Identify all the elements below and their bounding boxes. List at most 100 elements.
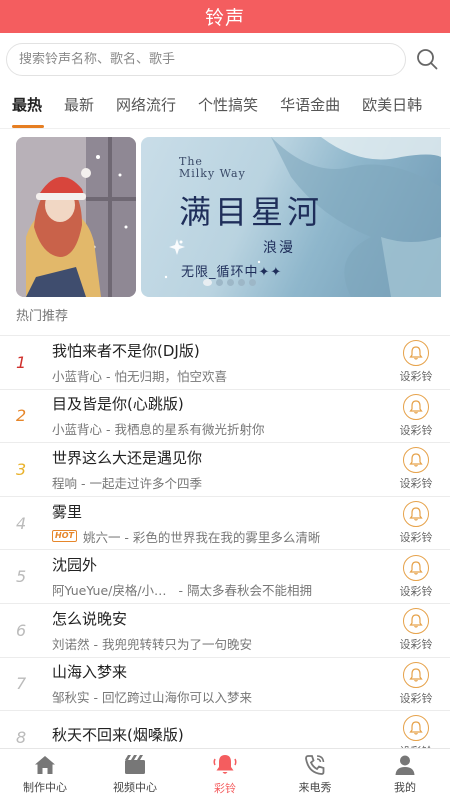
set-ringback-button[interactable]: 设彩铃 xyxy=(390,447,442,491)
rank-number: 3 xyxy=(16,459,27,479)
carousel-dot[interactable] xyxy=(227,279,234,286)
song-title: 目及皆是你(心跳版) xyxy=(52,395,184,414)
song-title: 世界这么大还是遇见你 xyxy=(52,448,203,467)
search-icon xyxy=(417,49,438,70)
tab-chinese-classics[interactable]: 华语金曲 xyxy=(280,85,350,128)
rank-number: 2 xyxy=(16,406,27,426)
set-ringback-label: 设彩铃 xyxy=(399,531,433,545)
song-title: 沈园外 xyxy=(52,556,98,575)
carousel-dot[interactable] xyxy=(249,279,256,286)
list-item[interactable]: 4 雾里 HOT 姚六一 - 彩色的世界我在我的雾里多么清晰 设彩铃 xyxy=(0,495,450,550)
bell-icon xyxy=(403,340,429,367)
tab-funny[interactable]: 个性搞笑 xyxy=(198,85,268,128)
set-ringback-button[interactable]: 设彩铃 xyxy=(390,661,442,706)
nav-label: 我的 xyxy=(394,781,416,794)
girl-illustration xyxy=(16,137,136,297)
rank-number: 8 xyxy=(16,727,27,747)
ringtone-list: 1 我怕来者不是你(DJ版) 小蓝背心 - 怕无归期，怕空欢喜 设彩铃 2 目及… xyxy=(0,335,450,764)
nav-label: 制作中心 xyxy=(23,781,67,794)
search-bar xyxy=(0,33,450,85)
tab-newest[interactable]: 最新 xyxy=(64,85,104,128)
rank-number: 7 xyxy=(16,674,27,694)
banner-slide-milky-way[interactable]: The Milky Way 满目星河 浪漫 无限_循环中✦✦ xyxy=(141,137,441,297)
banner-tag-1: 浪漫 xyxy=(263,240,295,256)
list-item[interactable]: 2 目及皆是你(心跳版) 小蓝背心 - 我栖息的星系有微光折射你 设彩铃 xyxy=(0,388,450,443)
banner-slide-previous[interactable] xyxy=(16,137,136,297)
set-ringback-label: 设彩铃 xyxy=(399,691,433,705)
banner-tag-2: 无限_循环中✦✦ xyxy=(181,265,283,280)
bottom-navigation: 制作中心 视频中心 彩铃 来电秀 我的 xyxy=(0,748,450,800)
rank-number: 5 xyxy=(16,567,27,587)
app-root: 铃声 最热 最新 网络流行 个性搞笑 华语金曲 欧美日韩 xyxy=(0,0,450,800)
user-icon xyxy=(395,755,415,775)
song-artist-lyric: 小蓝背心 - 怕无归期，怕空欢喜 xyxy=(52,368,227,384)
nav-caller-show[interactable]: 来电秀 xyxy=(270,749,360,800)
nav-label: 来电秀 xyxy=(298,781,332,794)
set-ringback-button[interactable]: 设彩铃 xyxy=(390,501,442,545)
set-ringback-label: 设彩铃 xyxy=(399,638,433,652)
song-artist-lyric: 姚六一 - 彩色的世界我在我的雾里多么清晰 xyxy=(82,529,321,545)
nav-label: 彩铃 xyxy=(214,782,236,795)
bell-icon xyxy=(213,755,237,774)
song-artist-lyric: 程响 - 一起走过许多个四季 xyxy=(52,475,202,491)
bell-icon xyxy=(403,715,429,742)
song-title: 秋天不回来(烟嗓版) xyxy=(52,726,184,745)
set-ringback-label: 设彩铃 xyxy=(399,370,433,384)
list-item[interactable]: 5 沈园外 阿YueYue/戾格/小… - 隔太多春秋会不能相拥 设彩铃 xyxy=(0,549,450,603)
bell-icon xyxy=(403,661,429,688)
song-artist-lyric: 小蓝背心 - 我栖息的星系有微光折射你 xyxy=(52,422,265,438)
set-ringback-button[interactable]: 设彩铃 xyxy=(390,340,442,384)
rank-number: 1 xyxy=(16,352,27,372)
banner-carousel[interactable]: The Milky Way 满目星河 浪漫 无限_循环中✦✦ xyxy=(0,129,450,300)
carousel-dot[interactable] xyxy=(238,279,245,286)
bell-icon xyxy=(403,447,429,474)
song-artist-lyric: 阿YueYue/戾格/小… - 隔太多春秋会不能相拥 xyxy=(52,583,312,599)
list-item[interactable]: 7 山海入梦来 邹秋实 - 回忆跨过山海你可以入梦来 设彩铃 xyxy=(0,656,450,711)
search-button[interactable] xyxy=(412,44,442,74)
set-ringback-button[interactable]: 设彩铃 xyxy=(390,608,442,652)
hot-badge: HOT xyxy=(52,530,77,543)
bell-icon xyxy=(403,554,429,581)
app-header: 铃声 xyxy=(0,0,450,33)
tab-hottest[interactable]: 最热 xyxy=(12,85,52,128)
list-item[interactable]: 1 我怕来者不是你(DJ版) 小蓝背心 - 怕无归期，怕空欢喜 设彩铃 xyxy=(0,335,450,389)
nav-label: 视频中心 xyxy=(113,781,157,794)
nav-video-center[interactable]: 视频中心 xyxy=(90,749,180,800)
list-item[interactable]: 3 世界这么大还是遇见你 程响 - 一起走过许多个四季 设彩铃 xyxy=(0,442,450,496)
song-title: 雾里 xyxy=(52,502,83,521)
banner-title-en-2: Milky Way xyxy=(179,167,246,180)
list-item[interactable]: 6 怎么说晚安 刘诺然 - 我兜兜转转只为了一句晚安 设彩铃 xyxy=(0,602,450,657)
carousel-dot[interactable] xyxy=(203,279,212,286)
set-ringback-button[interactable]: 设彩铃 xyxy=(390,554,442,599)
tab-western-jpkr[interactable]: 欧美日韩 xyxy=(362,85,432,128)
search-field[interactable] xyxy=(6,42,407,76)
carousel-dot[interactable] xyxy=(216,279,223,286)
set-ringback-label: 设彩铃 xyxy=(399,584,433,598)
rank-number: 4 xyxy=(16,513,27,533)
carousel-indicator xyxy=(203,279,256,286)
song-artist-lyric: 刘诺然 - 我兜兜转转只为了一句晚安 xyxy=(52,636,252,652)
nav-profile[interactable]: 我的 xyxy=(360,749,450,800)
set-ringback-button[interactable]: 设彩铃 xyxy=(390,393,442,438)
song-artist-lyric: 邹秋实 - 回忆跨过山海你可以入梦来 xyxy=(52,690,252,706)
banner-title-cn: 满目星河 xyxy=(179,193,324,231)
bell-icon xyxy=(403,608,429,635)
search-input[interactable] xyxy=(19,51,406,67)
set-ringback-label: 设彩铃 xyxy=(399,423,433,437)
bell-icon xyxy=(403,393,429,420)
song-title: 山海入梦来 xyxy=(52,663,128,682)
page-title: 铃声 xyxy=(204,7,245,29)
rank-number: 6 xyxy=(16,620,27,640)
song-title: 我怕来者不是你(DJ版) xyxy=(52,341,200,360)
nav-make-center[interactable]: 制作中心 xyxy=(0,749,90,800)
nav-ringback[interactable]: 彩铃 xyxy=(180,749,270,800)
tab-internet-popular[interactable]: 网络流行 xyxy=(116,85,186,128)
set-ringback-label: 设彩铃 xyxy=(399,477,433,491)
song-title: 怎么说晚安 xyxy=(52,609,128,628)
category-tabs: 最热 最新 网络流行 个性搞笑 华语金曲 欧美日韩 xyxy=(0,85,450,129)
section-title-hot-recommend: 热门推荐 xyxy=(16,309,69,324)
phone-icon xyxy=(305,755,325,775)
bell-icon xyxy=(403,501,429,528)
home-icon xyxy=(35,756,55,774)
video-icon xyxy=(125,755,145,774)
